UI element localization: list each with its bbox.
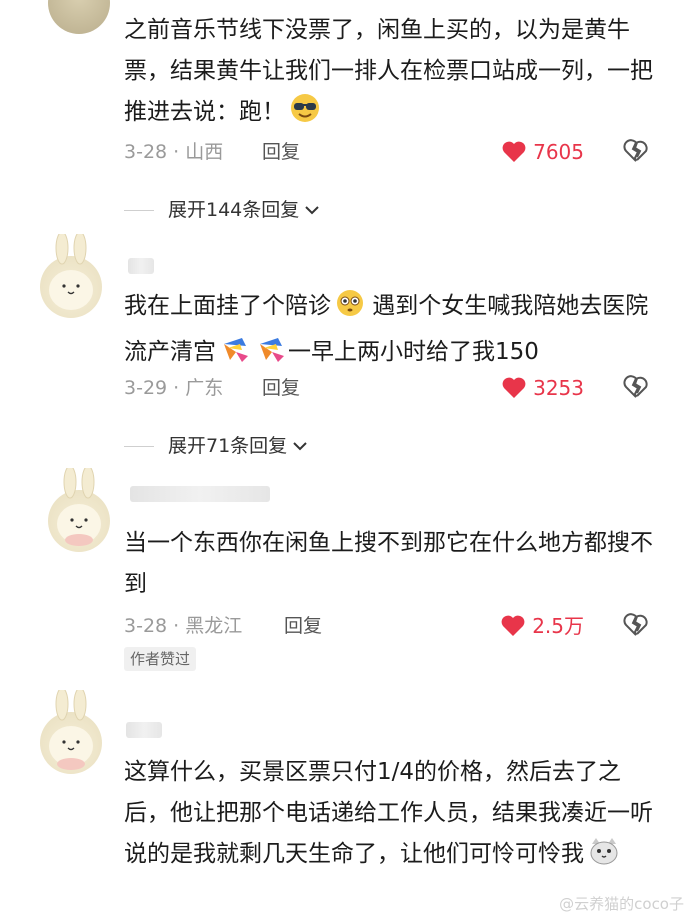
comment-meta: 3-28 · 黑龙江 回复 2.5万 (124, 611, 664, 641)
like-button[interactable]: 3253 (501, 373, 584, 403)
author-liked-badge: 作者赞过 (124, 647, 197, 671)
dislike-button[interactable] (622, 374, 650, 409)
avatar[interactable] (40, 234, 102, 318)
flushed-face-emoji-icon (335, 288, 365, 332)
comment-meta: 3-28 · 山西 回复 7605 (124, 137, 664, 167)
like-count: 7605 (533, 140, 584, 164)
like-count: 3253 (533, 376, 584, 400)
date-location: 3-28 · 山西 (124, 141, 224, 163)
heart-icon (501, 615, 525, 636)
comment-text: 之前音乐节线下没票了，闲鱼上买的，以为是黄牛票，结果黄牛让我们一排人在检票口站成… (124, 10, 664, 138)
bunny-avatar-icon (49, 234, 93, 310)
reply-button[interactable]: 回复 (262, 137, 300, 167)
expand-replies[interactable]: 展开144条回复 (124, 196, 321, 224)
date-location: 3-29 · 广东 (124, 377, 224, 399)
avatar[interactable] (48, 0, 110, 34)
broken-heart-icon (623, 613, 648, 636)
cat-face-emoji-icon (588, 836, 620, 880)
sunglasses-emoji-icon (289, 92, 321, 138)
heart-icon (502, 377, 526, 398)
dislike-button[interactable] (622, 612, 650, 647)
divider (124, 445, 154, 447)
divider (124, 209, 154, 211)
like-button[interactable]: 7605 (501, 137, 584, 167)
dislike-button[interactable] (622, 138, 650, 173)
reply-button[interactable]: 回复 (284, 611, 322, 641)
comment-text: 这算什么，买景区票只付1/4的价格，然后去了之后，他让把那个电话递给工作人员，结… (124, 752, 664, 880)
broken-heart-icon (623, 375, 648, 398)
date-location: 3-28 · 黑龙江 (124, 615, 243, 637)
chevron-down-icon (305, 206, 319, 215)
like-button[interactable]: 2.5万 (500, 611, 584, 641)
bunny-avatar-icon (49, 690, 93, 770)
username-blurred[interactable] (126, 722, 162, 738)
rainbow-emoji-icon (220, 334, 252, 378)
comment-text: 当一个东西你在闲鱼上搜不到那它在什么地方都搜不到 (124, 530, 653, 597)
expand-replies[interactable]: 展开71条回复 (124, 432, 309, 460)
avatar[interactable] (40, 690, 102, 774)
bunny-avatar-icon (57, 468, 101, 546)
heart-icon (502, 141, 526, 162)
reply-button[interactable]: 回复 (262, 373, 300, 403)
rainbow-emoji-icon (256, 334, 288, 378)
username-blurred[interactable] (130, 486, 270, 502)
broken-heart-icon (623, 139, 648, 162)
watermark: @云养猫的coco子 (559, 895, 684, 913)
comment-text: 我在上面挂了个陪诊 遇到个女生喊我陪她去医院流产清宫 一早上两小时给了我150 (124, 286, 664, 378)
like-count: 2.5万 (532, 614, 584, 638)
avatar[interactable] (48, 468, 110, 552)
username-blurred[interactable] (128, 258, 154, 274)
comment-meta: 3-29 · 广东 回复 3253 (124, 373, 664, 403)
chevron-down-icon (293, 442, 307, 451)
